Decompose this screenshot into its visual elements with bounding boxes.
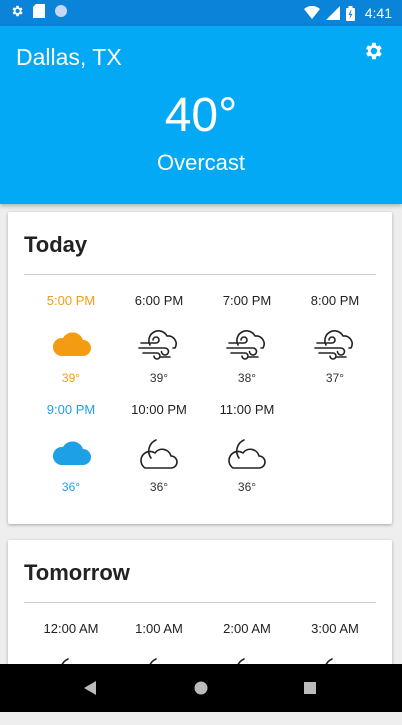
hour-temperature: 36° xyxy=(237,480,257,494)
status-bar: 4:41 xyxy=(0,0,402,26)
hour-time: 7:00 PM xyxy=(222,293,272,308)
hour-time: 10:00 PM xyxy=(131,402,187,417)
cloud-icon xyxy=(52,332,91,356)
hour-time: 1:00 AM xyxy=(135,621,183,636)
sd-card-icon xyxy=(33,4,45,18)
status-bar-left xyxy=(10,4,68,18)
wind-cloud-icon xyxy=(138,330,177,360)
hour-time: 5:00 PM xyxy=(46,293,96,308)
hour-temperature: 36° xyxy=(61,480,81,494)
home-icon xyxy=(194,681,208,695)
back-button[interactable] xyxy=(60,664,120,712)
hour-cell: 11:00 PM 36° xyxy=(203,397,291,506)
recents-button[interactable] xyxy=(280,664,340,712)
card-title: Today xyxy=(24,232,88,257)
hour-time: 11:00 PM xyxy=(219,402,275,417)
settings-button[interactable] xyxy=(362,40,384,62)
hour-time: 6:00 PM xyxy=(134,293,184,308)
divider xyxy=(24,602,376,603)
current-condition: Overcast xyxy=(156,150,246,175)
weather-header: Dallas, TX 40° Overcast xyxy=(0,26,402,204)
status-time: 4:41 xyxy=(364,5,392,21)
wind-cloud-icon xyxy=(226,330,265,360)
status-bar-right: 4:41 xyxy=(303,3,392,23)
hour-temperature: 36° xyxy=(149,480,169,494)
hour-cell: 6:00 PM 39° xyxy=(115,288,203,397)
today-card: Today 5:00 PM 39° 6:00 PM 39° 7:00 PM 38° 8:… xyxy=(8,212,392,524)
card-title: Tomorrow xyxy=(24,560,130,585)
moon-cloud-icon xyxy=(228,439,266,469)
hourly-grid: 5:00 PM 39° 6:00 PM 39° 7:00 PM 38° 8:00 PM … xyxy=(27,288,379,506)
wind-cloud-icon xyxy=(314,330,353,360)
city-name: Dallas, TX xyxy=(16,44,122,70)
hour-temperature: 39° xyxy=(61,371,81,385)
divider xyxy=(24,274,376,275)
hour-temperature: 37° xyxy=(325,371,345,385)
hour-cell: 9:00 PM 36° xyxy=(27,397,115,506)
hour-temperature: 38° xyxy=(237,371,257,385)
cloud-icon xyxy=(52,441,91,465)
wifi-icon xyxy=(303,6,320,19)
hour-cell: 5:00 PM 39° xyxy=(27,288,115,397)
battery-icon xyxy=(345,5,355,21)
back-icon xyxy=(84,681,96,695)
hour-cell: 8:00 PM 37° xyxy=(291,288,379,397)
current-temperature: 40° xyxy=(164,89,238,142)
tomorrow-card: Tomorrow 12:00 AM 1:00 AM 2:00 AM 3:00 A… xyxy=(8,540,392,688)
hour-time: 12:00 AM xyxy=(43,621,99,636)
hour-cell: 7:00 PM 38° xyxy=(203,288,291,397)
home-button[interactable] xyxy=(171,664,231,712)
hour-time: 8:00 PM xyxy=(310,293,360,308)
navigation-bar xyxy=(0,664,402,712)
hour-time: 9:00 PM xyxy=(46,402,96,417)
hour-temperature: 39° xyxy=(149,371,169,385)
hour-cell: 10:00 PM 36° xyxy=(115,397,203,506)
hour-time: 2:00 AM xyxy=(223,621,271,636)
hour-time: 3:00 AM xyxy=(311,621,359,636)
moon-cloud-icon xyxy=(140,439,178,469)
circle-icon xyxy=(55,5,67,17)
gear-icon xyxy=(12,5,23,17)
signal-icon xyxy=(325,6,340,20)
recents-icon xyxy=(304,682,316,694)
